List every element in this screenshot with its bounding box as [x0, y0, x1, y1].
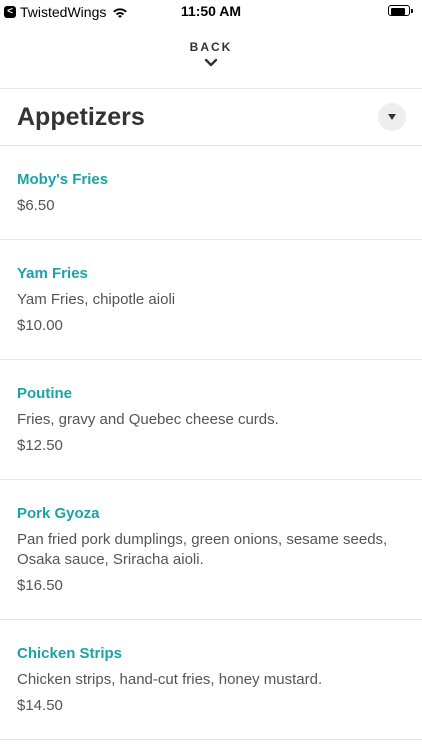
item-description: Fries, gravy and Quebec cheese curds. [17, 411, 279, 428]
item-description: Pan fried pork dumplings, green onions, … [17, 531, 388, 568]
menu-item[interactable]: Yam Fries Yam Fries, chipotle aioli $10.… [0, 240, 422, 360]
menu-item[interactable]: Poutine Fries, gravy and Quebec cheese c… [0, 360, 422, 480]
item-description: Chicken strips, hand-cut fries, honey mu… [17, 671, 323, 688]
menu-item[interactable]: Pork Gyoza Pan fried pork dumplings, gre… [0, 480, 422, 620]
item-price: $6.50 [17, 197, 55, 214]
menu-item[interactable]: Moby's Fries $6.50 [0, 146, 422, 240]
item-price: $10.00 [17, 317, 63, 334]
battery-icon [388, 5, 414, 17]
status-bar: < TwistedWings 11:50 AM [0, 0, 422, 24]
item-name: Pork Gyoza [17, 505, 100, 522]
section-title: Appetizers [17, 103, 145, 131]
back-label: BACK [189, 40, 233, 54]
item-description: Yam Fries, chipotle aioli [17, 291, 176, 308]
battery-tip [411, 9, 413, 13]
section-header: Appetizers [0, 89, 422, 145]
status-time: 11:50 AM [180, 3, 242, 19]
item-name: Yam Fries [17, 265, 88, 282]
menu-item[interactable]: Chicken Strips Chicken strips, hand-cut … [0, 620, 422, 740]
item-price: $14.50 [17, 697, 63, 714]
menu-list: Moby's Fries $6.50 Yam Fries Yam Fries, … [0, 146, 422, 740]
item-name: Poutine [17, 385, 72, 402]
back-button[interactable]: BACK [0, 30, 422, 88]
item-name: Chicken Strips [17, 645, 123, 662]
chevron-down-icon [204, 58, 218, 67]
battery-body [388, 5, 410, 16]
caret-down-icon [388, 114, 396, 120]
item-name: Moby's Fries [17, 171, 109, 188]
battery-fill [391, 8, 406, 15]
item-price: $16.50 [17, 577, 63, 594]
category-dropdown-button[interactable] [378, 103, 406, 131]
item-price: $12.50 [17, 437, 63, 454]
